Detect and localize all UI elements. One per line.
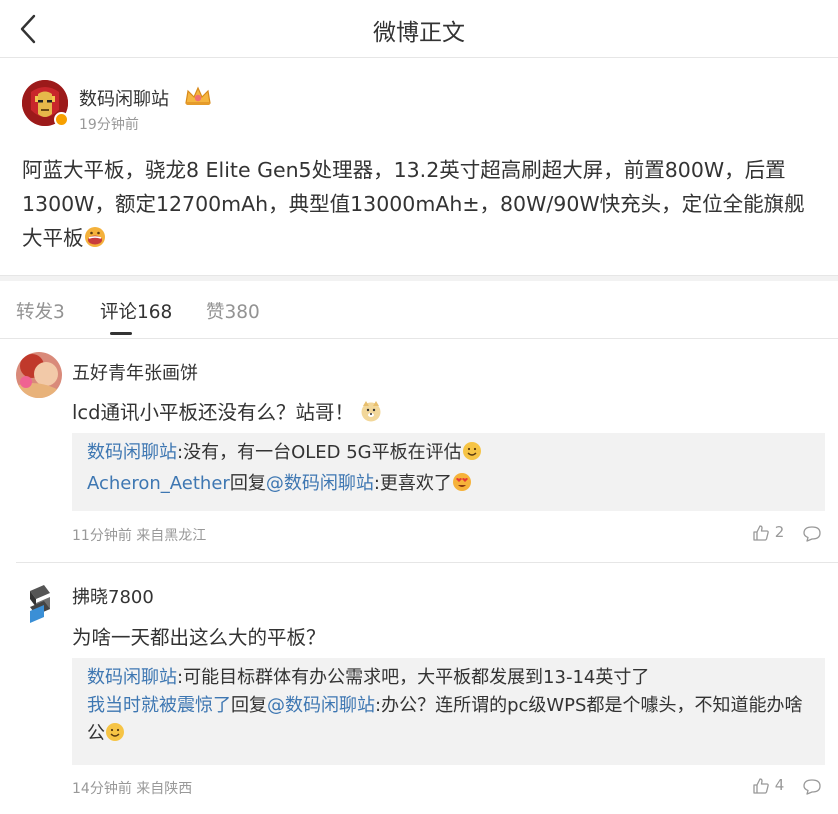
reply-box[interactable]: 数码闲聊站:没有，有一台OLED 5G平板在评估 Acheron_Aether回…	[72, 433, 825, 511]
reply-word: 回复	[231, 695, 267, 716]
reply-text: :可能目标群体有办公需求吧，大平板都发展到13-14英寸了	[177, 667, 650, 688]
active-tab-indicator	[110, 332, 132, 335]
like-count: 2	[774, 523, 785, 541]
like-button[interactable]: 4	[752, 776, 784, 795]
doge-emoji	[360, 400, 382, 427]
comment-text-content: lcd通讯小平板还没有么？站哥！	[72, 401, 355, 424]
reply-button[interactable]	[802, 776, 822, 796]
reply-line: Acheron_Aether回复@数码闲聊站:更喜欢了	[87, 470, 810, 501]
crown-icon	[183, 84, 213, 112]
tab-repost[interactable]: 转发3	[16, 298, 65, 324]
post-time: 19分钟前	[79, 117, 139, 133]
comment-text: 为啥一天都出这么大的平板？	[72, 626, 326, 649]
reply-line: 数码闲聊站:没有，有一台OLED 5G平板在评估	[87, 439, 810, 470]
commenter-avatar[interactable]	[16, 352, 62, 398]
reply-author-link[interactable]: Acheron_Aether	[87, 473, 230, 494]
reply-word: 回复	[229, 473, 266, 494]
smile-emoji	[462, 441, 482, 470]
comment-meta: 11分钟前 来自黑龙江	[72, 528, 207, 544]
reply-line: 我当时就被震惊了回复@数码闲聊站:办公？连所谓的pc级WPS都是个噱头，不知道能…	[87, 692, 810, 751]
page-title: 微博正文	[373, 20, 465, 46]
commenter-name[interactable]: 五好青年张画饼	[72, 359, 198, 385]
commenter-name[interactable]: 拂晓7800	[72, 583, 154, 609]
mention-link[interactable]: @数码闲聊站	[266, 473, 374, 494]
thumbs-up-icon	[753, 524, 769, 541]
post-text: 阿蓝大平板，骁龙8 Elite Gen5处理器，13.2英寸超高刷超大屏，前置8…	[22, 153, 822, 258]
reply-line: 数码闲聊站:可能目标群体有办公需求吧，大平板都发展到13-14英寸了	[87, 664, 810, 692]
thumbs-up-icon	[753, 777, 769, 794]
comment-bubble-icon	[803, 525, 821, 542]
post-text-content: 阿蓝大平板，骁龙8 Elite Gen5处理器，13.2英寸超高刷超大屏，前置8…	[22, 158, 805, 250]
reply-text: :没有，有一台OLED 5G平板在评估	[177, 442, 462, 463]
mention-link[interactable]: @数码闲聊站	[267, 695, 375, 716]
comment-divider	[16, 562, 838, 563]
comment-bubble-icon	[803, 778, 821, 795]
reply-button[interactable]	[802, 523, 822, 543]
comment-meta: 14分钟前 来自陕西	[72, 781, 193, 797]
reply-author-link[interactable]: 我当时就被震惊了	[87, 695, 231, 716]
verified-badge	[54, 112, 69, 127]
smile-emoji	[105, 722, 125, 751]
tab-comments[interactable]: 评论168	[100, 298, 172, 324]
reply-text: :更喜欢了	[373, 473, 452, 494]
drooling-face-emoji	[84, 224, 106, 258]
tab-likes[interactable]: 赞380	[206, 298, 260, 324]
top-bar: 微博正文	[0, 0, 838, 58]
commenter-avatar[interactable]	[16, 581, 62, 627]
heart-eyes-emoji	[452, 472, 472, 501]
post-tabs: 转发3 评论168 赞380	[0, 281, 838, 339]
like-button[interactable]: 2	[752, 523, 784, 542]
reply-box[interactable]: 数码闲聊站:可能目标群体有办公需求吧，大平板都发展到13-14英寸了 我当时就被…	[72, 658, 825, 765]
post-author-name[interactable]: 数码闲聊站	[79, 85, 169, 111]
reply-author-link[interactable]: 数码闲聊站	[87, 442, 177, 463]
reply-author-link[interactable]: 数码闲聊站	[87, 667, 177, 688]
like-count: 4	[774, 776, 785, 794]
comment-text: lcd通讯小平板还没有么？站哥！	[72, 396, 382, 427]
